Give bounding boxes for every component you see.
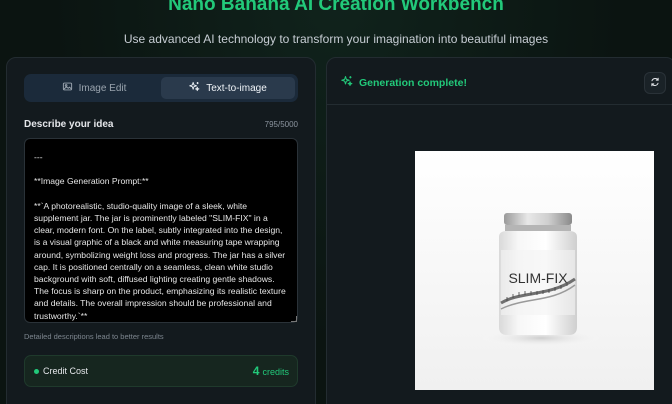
mode-tabs: Image Edit Text-to-image [24,74,298,102]
refresh-button[interactable] [644,72,666,94]
tab-label: Image Edit [78,82,127,94]
resize-handle[interactable] [291,316,297,322]
page-title: Nano Banana AI Creation Workbench [168,0,504,15]
prompt-label: Describe your idea [24,119,114,130]
sparkles-icon [189,81,200,95]
result-panel: Generation complete! SLIM-FIX [326,57,672,404]
page-subtitle: Use advanced AI technology to transform … [123,32,549,46]
prompt-textarea[interactable]: --- **Image Generation Prompt:** **`A ph… [24,138,298,323]
credit-unit: credits [262,367,289,377]
credit-amount: 4 [252,364,260,378]
jar-label-text: SLIM-FIX [508,270,568,286]
generation-status: Generation complete! [341,75,467,90]
status-dot [34,369,39,374]
input-panel: Image Edit Text-to-image Describe your i… [6,57,316,404]
prompt-hint: Detailed descriptions lead to better res… [24,332,164,341]
credit-cost-value: 4 credits [253,364,289,378]
tab-image-edit[interactable]: Image Edit [27,77,161,99]
tab-text-to-image[interactable]: Text-to-image [161,77,295,99]
generated-image[interactable]: SLIM-FIX [415,151,654,390]
status-text: Generation complete! [359,76,467,89]
image-icon [62,81,73,95]
divider [327,104,672,105]
tab-label: Text-to-image [206,82,267,94]
sparkles-icon [341,75,353,90]
char-counter: 795/5000 [264,120,298,129]
refresh-icon [650,74,660,92]
supplement-jar-image: SLIM-FIX [415,151,654,390]
credit-cost-label: Credit Cost [43,366,89,376]
credit-cost-box: Credit Cost 4 credits [24,355,298,387]
